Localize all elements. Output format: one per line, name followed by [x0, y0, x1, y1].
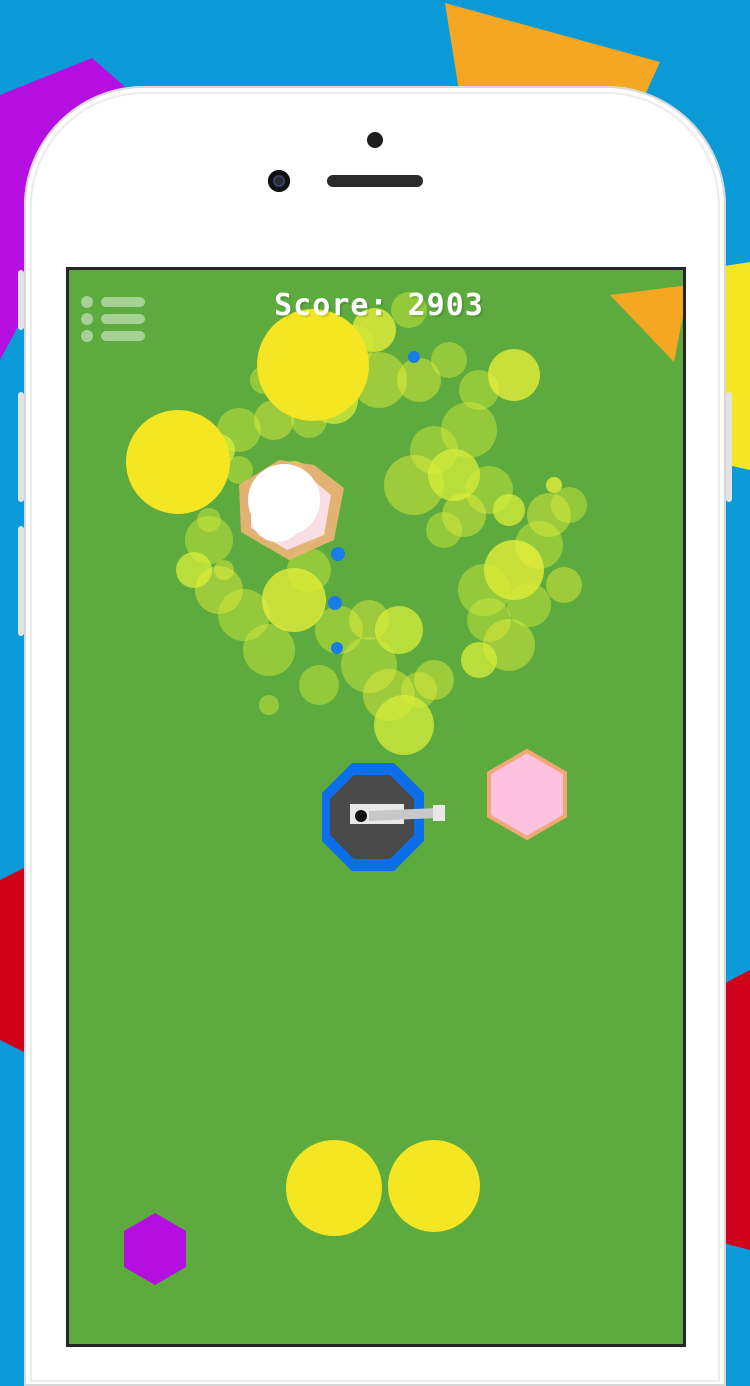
- volume-down-button: [18, 526, 24, 636]
- bullet: [328, 596, 342, 610]
- particle: [414, 660, 454, 700]
- score-label: Score: 2903: [274, 288, 484, 323]
- particle: [461, 642, 497, 678]
- yellow-circle-enemy: [388, 1140, 480, 1232]
- proximity-sensor: [367, 132, 383, 148]
- front-camera-icon: [268, 170, 290, 192]
- earpiece-speaker: [327, 175, 423, 187]
- particle: [426, 512, 462, 548]
- game-screen[interactable]: Score: 2903: [66, 267, 686, 1347]
- particle: [197, 508, 221, 532]
- particle: [243, 624, 295, 676]
- particle: [493, 494, 525, 526]
- particle: [507, 583, 551, 627]
- yellow-circle-enemy: [257, 309, 369, 421]
- game-field[interactable]: [69, 270, 686, 1347]
- menu-list-icon[interactable]: [81, 294, 147, 344]
- volume-up-button: [18, 392, 24, 502]
- particle: [546, 477, 562, 493]
- particle: [259, 695, 279, 715]
- power-button: [726, 392, 732, 502]
- particle: [299, 665, 339, 705]
- particle: [546, 567, 582, 603]
- particle: [214, 560, 234, 580]
- particle: [374, 695, 434, 755]
- bullet: [331, 547, 345, 561]
- bullet: [408, 351, 420, 363]
- bullet: [331, 642, 343, 654]
- particle: [488, 349, 540, 401]
- yellow-circle-enemy: [126, 410, 230, 514]
- yellow-circle-enemy: [286, 1140, 382, 1236]
- particle: [431, 342, 467, 378]
- volume-switch: [18, 270, 24, 330]
